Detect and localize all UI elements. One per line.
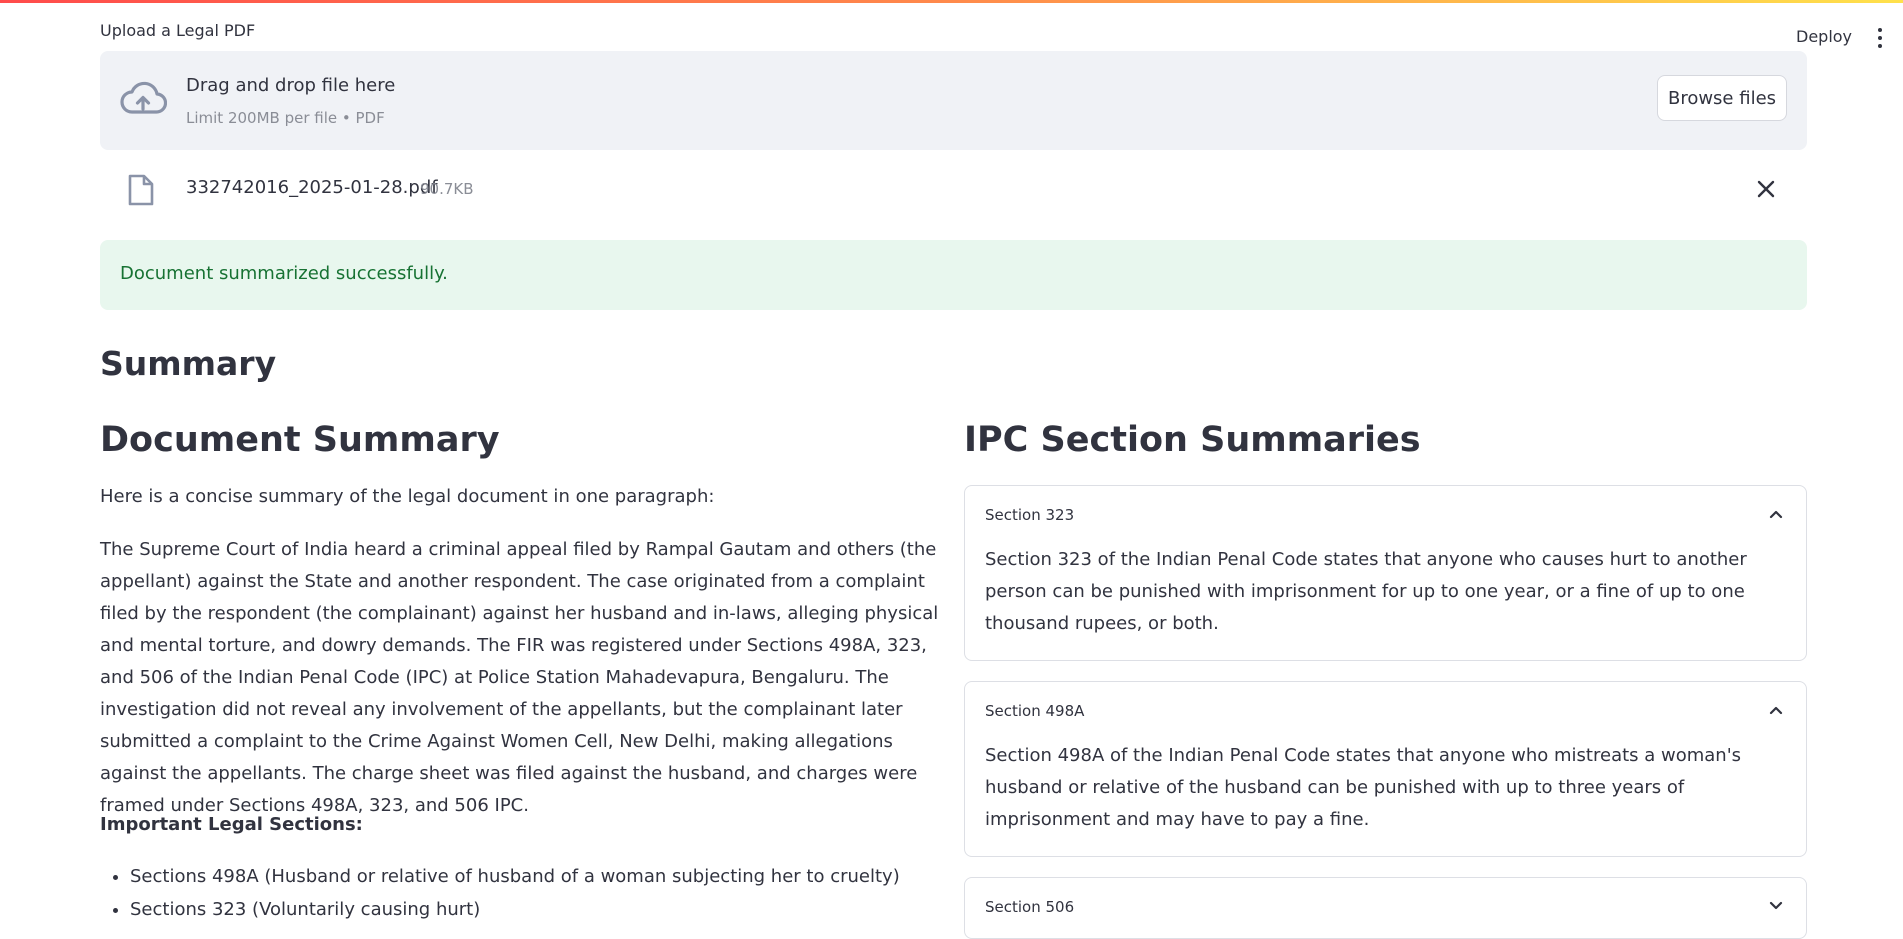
expander-section-506[interactable]: Section 506 <box>964 877 1807 939</box>
expander-section-323[interactable]: Section 323 Section 323 of the Indian Pe… <box>964 485 1807 661</box>
ipc-summaries-heading: IPC Section Summaries <box>964 420 1421 460</box>
legal-sections-list: Sections 498A (Husband or relative of hu… <box>100 866 900 932</box>
list-item: Sections 498A (Husband or relative of hu… <box>130 866 900 899</box>
chevron-down-icon[interactable] <box>1768 898 1784 914</box>
expander-section-498a[interactable]: Section 498A Section 498A of the Indian … <box>964 681 1807 857</box>
browse-files-button[interactable]: Browse files <box>1657 75 1787 121</box>
file-dropzone[interactable]: Drag and drop file here Limit 200MB per … <box>100 51 1807 150</box>
document-summary-heading: Document Summary <box>100 420 500 460</box>
cloud-upload-icon <box>120 81 167 114</box>
vertical-ellipsis-icon[interactable] <box>1874 28 1886 48</box>
success-alert-text: Document summarized successfully. <box>120 263 448 284</box>
uploaded-file-name: 332742016_2025-01-28.pdf <box>186 177 438 198</box>
uploaded-file-row: 332742016_2025-01-28.pdf 90.7KB <box>100 170 1807 210</box>
uploaded-file-size: 90.7KB <box>420 180 474 198</box>
file-icon <box>128 174 154 206</box>
uploader-label: Upload a Legal PDF <box>100 21 256 40</box>
expander-title: Section 506 <box>985 898 1075 916</box>
summary-intro: Here is a concise summary of the legal d… <box>100 486 715 507</box>
expander-body: Section 323 of the Indian Penal Code sta… <box>985 549 1747 634</box>
dropzone-subtitle: Limit 200MB per file • PDF <box>186 109 385 127</box>
document-summary-column: Document Summary Here is a concise summa… <box>100 420 940 920</box>
dropzone-title: Drag and drop file here <box>186 75 396 96</box>
expander-title: Section 498A <box>985 702 1085 720</box>
close-icon[interactable] <box>1755 178 1777 200</box>
summary-paragraph: The Supreme Court of India heard a crimi… <box>100 539 939 816</box>
expander-body: Section 498A of the Indian Penal Code st… <box>985 745 1742 830</box>
summary-heading: Summary <box>100 344 277 383</box>
deploy-button[interactable]: Deploy <box>1796 27 1852 46</box>
top-accent-bar <box>0 0 1903 3</box>
legal-sections-heading: Important Legal Sections: <box>100 814 363 835</box>
expander-title: Section 323 <box>985 506 1075 524</box>
chevron-up-icon[interactable] <box>1768 506 1784 522</box>
success-alert: Document summarized successfully. <box>100 240 1807 310</box>
chevron-up-icon[interactable] <box>1768 702 1784 718</box>
ipc-summaries-column: IPC Section Summaries Section 323 Sectio… <box>964 420 1807 939</box>
